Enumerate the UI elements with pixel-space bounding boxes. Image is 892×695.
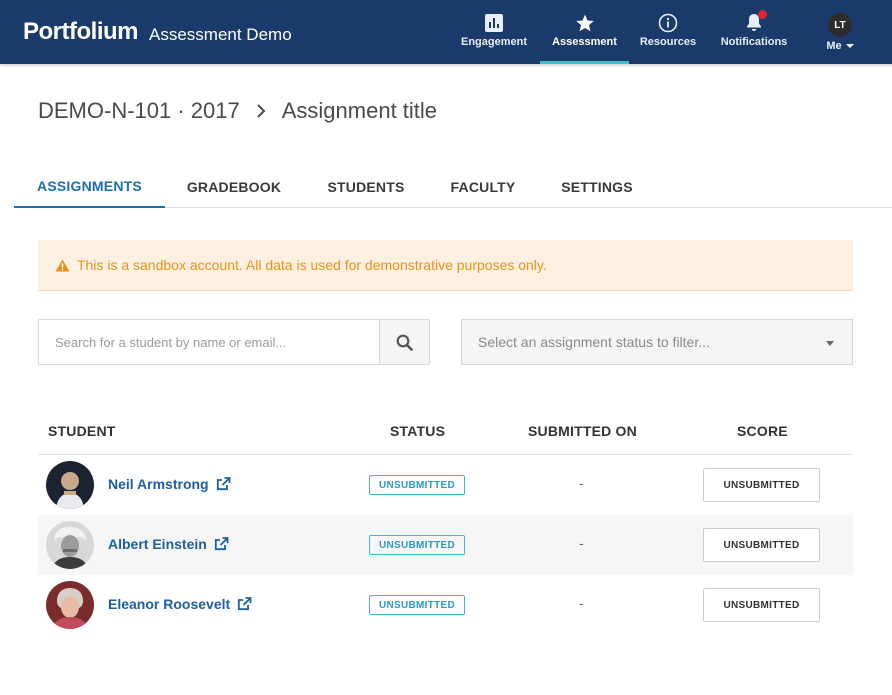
nav-me-label: Me xyxy=(826,40,842,52)
table-row: Neil Armstrong UNSUBMITTED - UNSUBMITTED xyxy=(38,455,853,515)
status-filter-select[interactable]: Select an assignment status to filter... xyxy=(461,319,853,365)
status-badge: UNSUBMITTED xyxy=(369,535,465,555)
tab-students[interactable]: STUDENTS xyxy=(314,165,418,208)
nav-assessment[interactable]: Assessment xyxy=(540,0,629,64)
star-icon xyxy=(575,13,595,33)
tab-faculty[interactable]: FACULTY xyxy=(439,165,527,208)
breadcrumb: DEMO-N-101 · 2017 Assignment title xyxy=(38,98,437,124)
student-name-link[interactable]: Albert Einstein xyxy=(108,536,229,552)
alert-text: This is a sandbox account. All data is u… xyxy=(77,257,547,273)
score-button[interactable]: UNSUBMITTED xyxy=(703,468,820,502)
table-row: Albert Einstein UNSUBMITTED - UNSUBMITTE… xyxy=(38,515,853,575)
bell-icon xyxy=(744,10,767,33)
external-link-icon xyxy=(214,537,229,551)
student-avatar xyxy=(46,581,94,629)
tab-settings[interactable]: SETTINGS xyxy=(549,165,645,208)
nav-resources-label: Resources xyxy=(639,36,697,48)
info-icon xyxy=(658,13,678,33)
score-button[interactable]: UNSUBMITTED xyxy=(703,588,820,622)
submitted-on-value: - xyxy=(579,535,584,551)
column-header-student[interactable]: STUDENT xyxy=(48,423,116,439)
external-link-icon xyxy=(237,597,252,611)
nav-me[interactable]: LT Me xyxy=(816,0,864,64)
notification-dot xyxy=(758,10,767,19)
breadcrumb-course[interactable]: DEMO-N-101 · 2017 xyxy=(38,98,240,124)
section-tabs: ASSIGNMENTS GRADEBOOK STUDENTS FACULTY S… xyxy=(14,165,892,208)
chevron-right-icon xyxy=(256,104,266,118)
external-link-icon xyxy=(216,477,231,491)
column-header-score[interactable]: SCORE xyxy=(737,423,788,439)
nav-notifications-label: Notifications xyxy=(720,36,788,48)
column-header-submitted-on[interactable]: SUBMITTED ON xyxy=(528,423,637,439)
nav-assessment-label: Assessment xyxy=(552,36,617,48)
chevron-down-icon xyxy=(826,341,834,346)
student-name-link[interactable]: Neil Armstrong xyxy=(108,476,231,492)
nav-engagement[interactable]: Engagement xyxy=(456,0,532,64)
score-button[interactable]: UNSUBMITTED xyxy=(703,528,820,562)
column-header-status[interactable]: STATUS xyxy=(390,423,445,439)
search-icon xyxy=(396,334,413,351)
student-avatar xyxy=(46,461,94,509)
tab-gradebook[interactable]: GRADEBOOK xyxy=(174,165,294,208)
status-badge: UNSUBMITTED xyxy=(369,595,465,615)
submitted-on-value: - xyxy=(579,475,584,491)
app-title: Assessment Demo xyxy=(149,25,292,44)
search-button[interactable] xyxy=(379,319,430,365)
portfolium-logo[interactable]: Portfolium xyxy=(23,18,139,46)
breadcrumb-current: Assignment title xyxy=(281,98,438,123)
warning-icon xyxy=(55,259,70,272)
tab-assignments[interactable]: ASSIGNMENTS xyxy=(14,165,165,208)
status-filter-placeholder: Select an assignment status to filter... xyxy=(478,334,710,350)
user-avatar: LT xyxy=(828,13,852,37)
status-badge: UNSUBMITTED xyxy=(369,475,465,495)
submitted-on-value: - xyxy=(579,595,584,611)
student-avatar xyxy=(46,521,94,569)
top-navigation: Portfolium Assessment Demo Engagement As… xyxy=(0,0,892,64)
student-name-link[interactable]: Eleanor Roosevelt xyxy=(108,596,252,612)
nav-engagement-label: Engagement xyxy=(460,36,527,48)
student-search xyxy=(38,319,380,365)
nav-notifications[interactable]: Notifications xyxy=(716,0,792,64)
sandbox-alert: This is a sandbox account. All data is u… xyxy=(38,240,853,291)
table-row: Eleanor Roosevelt UNSUBMITTED - UNSUBMIT… xyxy=(38,575,853,635)
nav-resources[interactable]: Resources xyxy=(636,0,700,64)
search-input[interactable] xyxy=(39,320,380,364)
bar-chart-icon xyxy=(484,13,504,33)
chevron-down-icon xyxy=(845,44,854,48)
